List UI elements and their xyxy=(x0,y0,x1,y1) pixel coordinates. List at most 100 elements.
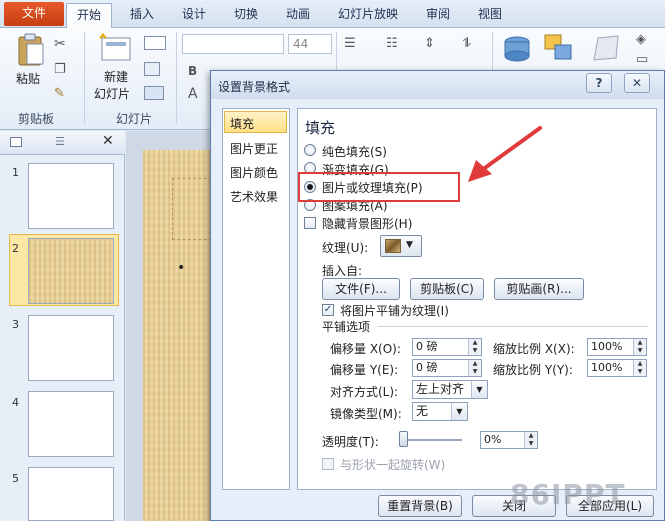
insert-clipboard-button[interactable]: 剪贴板(C) xyxy=(410,278,484,300)
slide-thumbnail-5[interactable] xyxy=(28,467,114,521)
offset-x-spinner[interactable]: 0 磅 ▲ ▼ xyxy=(412,338,482,356)
scale-y-value: 100% xyxy=(591,361,623,374)
label-hide-background[interactable]: 隐藏背景图形(H) xyxy=(322,215,412,232)
chevron-down-icon: ▼ xyxy=(406,240,413,250)
label-solid-fill[interactable]: 纯色填充(S) xyxy=(322,143,387,160)
slides-tab-icon[interactable] xyxy=(10,137,22,147)
radio-solid-fill[interactable] xyxy=(304,144,316,156)
nav-item-fill[interactable]: 填充 xyxy=(230,115,254,132)
format-painter-icon[interactable]: ✎ xyxy=(54,86,65,101)
indent-icon[interactable]: ☷ xyxy=(386,36,398,51)
reset-background-button[interactable]: 重置背景(B) xyxy=(378,495,462,517)
label-rotate-with-shape[interactable]: 与形状一起旋转(W) xyxy=(340,456,445,473)
scale-x-value: 100% xyxy=(591,340,623,353)
nav-item-picture-corrections[interactable]: 图片更正 xyxy=(230,140,278,157)
tab-review[interactable]: 审阅 xyxy=(426,3,450,27)
ribbon-separator xyxy=(84,32,85,124)
font-color-icon[interactable]: A xyxy=(188,86,198,102)
bullets-icon[interactable]: ☰ xyxy=(344,36,356,51)
slide-thumbnail-1[interactable] xyxy=(28,163,114,229)
group-clipboard-label: 剪贴板 xyxy=(18,112,55,126)
help-button[interactable]: ? xyxy=(586,73,612,93)
transparency-spinner[interactable]: 0% ▲ ▼ xyxy=(480,431,538,449)
label-tile-options: 平铺选项 xyxy=(322,320,371,334)
dialog-title: 设置背景格式 xyxy=(218,80,291,94)
cut-icon[interactable]: ✂ xyxy=(54,36,66,52)
nav-item-picture-color[interactable]: 图片颜色 xyxy=(230,164,278,181)
scale-x-spinner[interactable]: 100% ▲ ▼ xyxy=(587,338,647,356)
paste-label[interactable]: 粘贴 xyxy=(16,70,40,87)
label-tile-texture[interactable]: 将图片平铺为纹理(I) xyxy=(340,302,449,319)
new-slide-label-2[interactable]: 幻灯片 xyxy=(94,85,130,102)
label-transparency: 透明度(T): xyxy=(322,435,379,449)
tab-file[interactable]: 文件 xyxy=(4,2,64,26)
arrange-icon[interactable] xyxy=(542,32,576,64)
checkbox-hide-background[interactable] xyxy=(304,217,316,229)
tab-transitions[interactable]: 切换 xyxy=(234,3,258,27)
mirror-type-value: 无 xyxy=(416,404,429,418)
tab-design[interactable]: 设计 xyxy=(182,3,206,27)
reset-icon[interactable] xyxy=(144,62,160,76)
tab-animations[interactable]: 动画 xyxy=(286,3,310,27)
copy-icon[interactable]: ❐ xyxy=(54,62,66,77)
nav-item-artistic-effects[interactable]: 艺术效果 xyxy=(230,188,278,205)
label-insert-from: 插入自: xyxy=(322,264,363,278)
checkbox-rotate-with-shape[interactable] xyxy=(322,458,334,470)
spinner-arrows-icon[interactable]: ▲ ▼ xyxy=(468,339,481,355)
spinner-arrows-icon[interactable]: ▲ ▼ xyxy=(633,339,646,355)
slide-thumbnail-2[interactable] xyxy=(28,238,114,304)
paste-icon[interactable] xyxy=(16,32,46,68)
spinner-arrows-icon[interactable]: ▲ ▼ xyxy=(524,432,537,448)
slide-number: 1 xyxy=(12,166,19,179)
shape-fill-icon[interactable]: ◈ xyxy=(636,32,646,47)
offset-y-spinner[interactable]: 0 磅 ▲ ▼ xyxy=(412,359,482,377)
layout-icon[interactable] xyxy=(144,36,166,50)
chevron-down-icon: ▼ xyxy=(451,403,467,420)
label-texture: 纹理(U): xyxy=(322,241,369,255)
alignment-dropdown[interactable]: 左上对齐 ▼ xyxy=(412,380,488,399)
transparency-slider-thumb[interactable] xyxy=(399,431,408,447)
spinner-arrows-icon[interactable]: ▲ ▼ xyxy=(468,360,481,376)
shapes-icon[interactable] xyxy=(500,34,534,64)
slide-thumbnail-4[interactable] xyxy=(28,391,114,457)
label-offset-x: 偏移量 X(O): xyxy=(330,342,401,356)
tab-home[interactable]: 开始 xyxy=(66,3,112,29)
slide-number: 4 xyxy=(12,396,19,409)
bullet-glyph: • xyxy=(177,260,186,276)
new-slide-icon[interactable] xyxy=(98,32,134,64)
spinner-arrows-icon[interactable]: ▲ ▼ xyxy=(633,360,646,376)
transparency-value: 0% xyxy=(484,433,502,446)
scale-y-spinner[interactable]: 100% ▲ ▼ xyxy=(587,359,647,377)
new-slide-label-1[interactable]: 新建 xyxy=(104,68,128,85)
mirror-type-dropdown[interactable]: 无 ▼ xyxy=(412,402,468,421)
transparency-slider-track[interactable] xyxy=(400,439,462,441)
group-slides-label: 幻灯片 xyxy=(116,112,153,126)
section-heading: 填充 xyxy=(305,119,336,137)
slide-number: 2 xyxy=(12,242,19,255)
label-mirror-type: 镜像类型(M): xyxy=(330,407,402,421)
font-size-box[interactable]: 44 xyxy=(288,34,332,54)
dialog-close-button[interactable]: ✕ xyxy=(624,73,650,93)
label-alignment: 对齐方式(L): xyxy=(330,385,399,399)
section-icon[interactable] xyxy=(144,86,164,100)
font-name-box[interactable] xyxy=(182,34,284,54)
slide-number: 5 xyxy=(12,472,19,485)
shape-outline-icon[interactable]: ▭ xyxy=(636,52,648,67)
watermark-logo: 86IPPT xyxy=(510,478,626,511)
slide-thumbnail-3[interactable] xyxy=(28,315,114,381)
checkbox-tile-texture[interactable]: ✓ xyxy=(322,304,334,316)
insert-file-button[interactable]: 文件(F)... xyxy=(322,278,400,300)
line-spacing-icon[interactable]: ⇕ xyxy=(424,36,435,51)
tab-slideshow[interactable]: 幻灯片放映 xyxy=(338,3,398,27)
tab-insert[interactable]: 插入 xyxy=(130,3,154,27)
tab-view[interactable]: 视图 xyxy=(478,3,502,27)
insert-clipart-button[interactable]: 剪贴画(R)... xyxy=(494,278,584,300)
annotation-highlight-box xyxy=(298,172,460,202)
quick-styles-icon[interactable] xyxy=(590,32,622,64)
close-icon[interactable]: ✕ xyxy=(102,133,114,149)
bold-icon[interactable]: B xyxy=(188,64,197,78)
text-direction-icon[interactable]: ⥮ xyxy=(462,36,471,51)
alignment-value: 左上对齐 xyxy=(416,382,465,396)
title-placeholder[interactable] xyxy=(172,178,212,240)
outline-tab-icon[interactable]: ☰ xyxy=(55,135,65,148)
